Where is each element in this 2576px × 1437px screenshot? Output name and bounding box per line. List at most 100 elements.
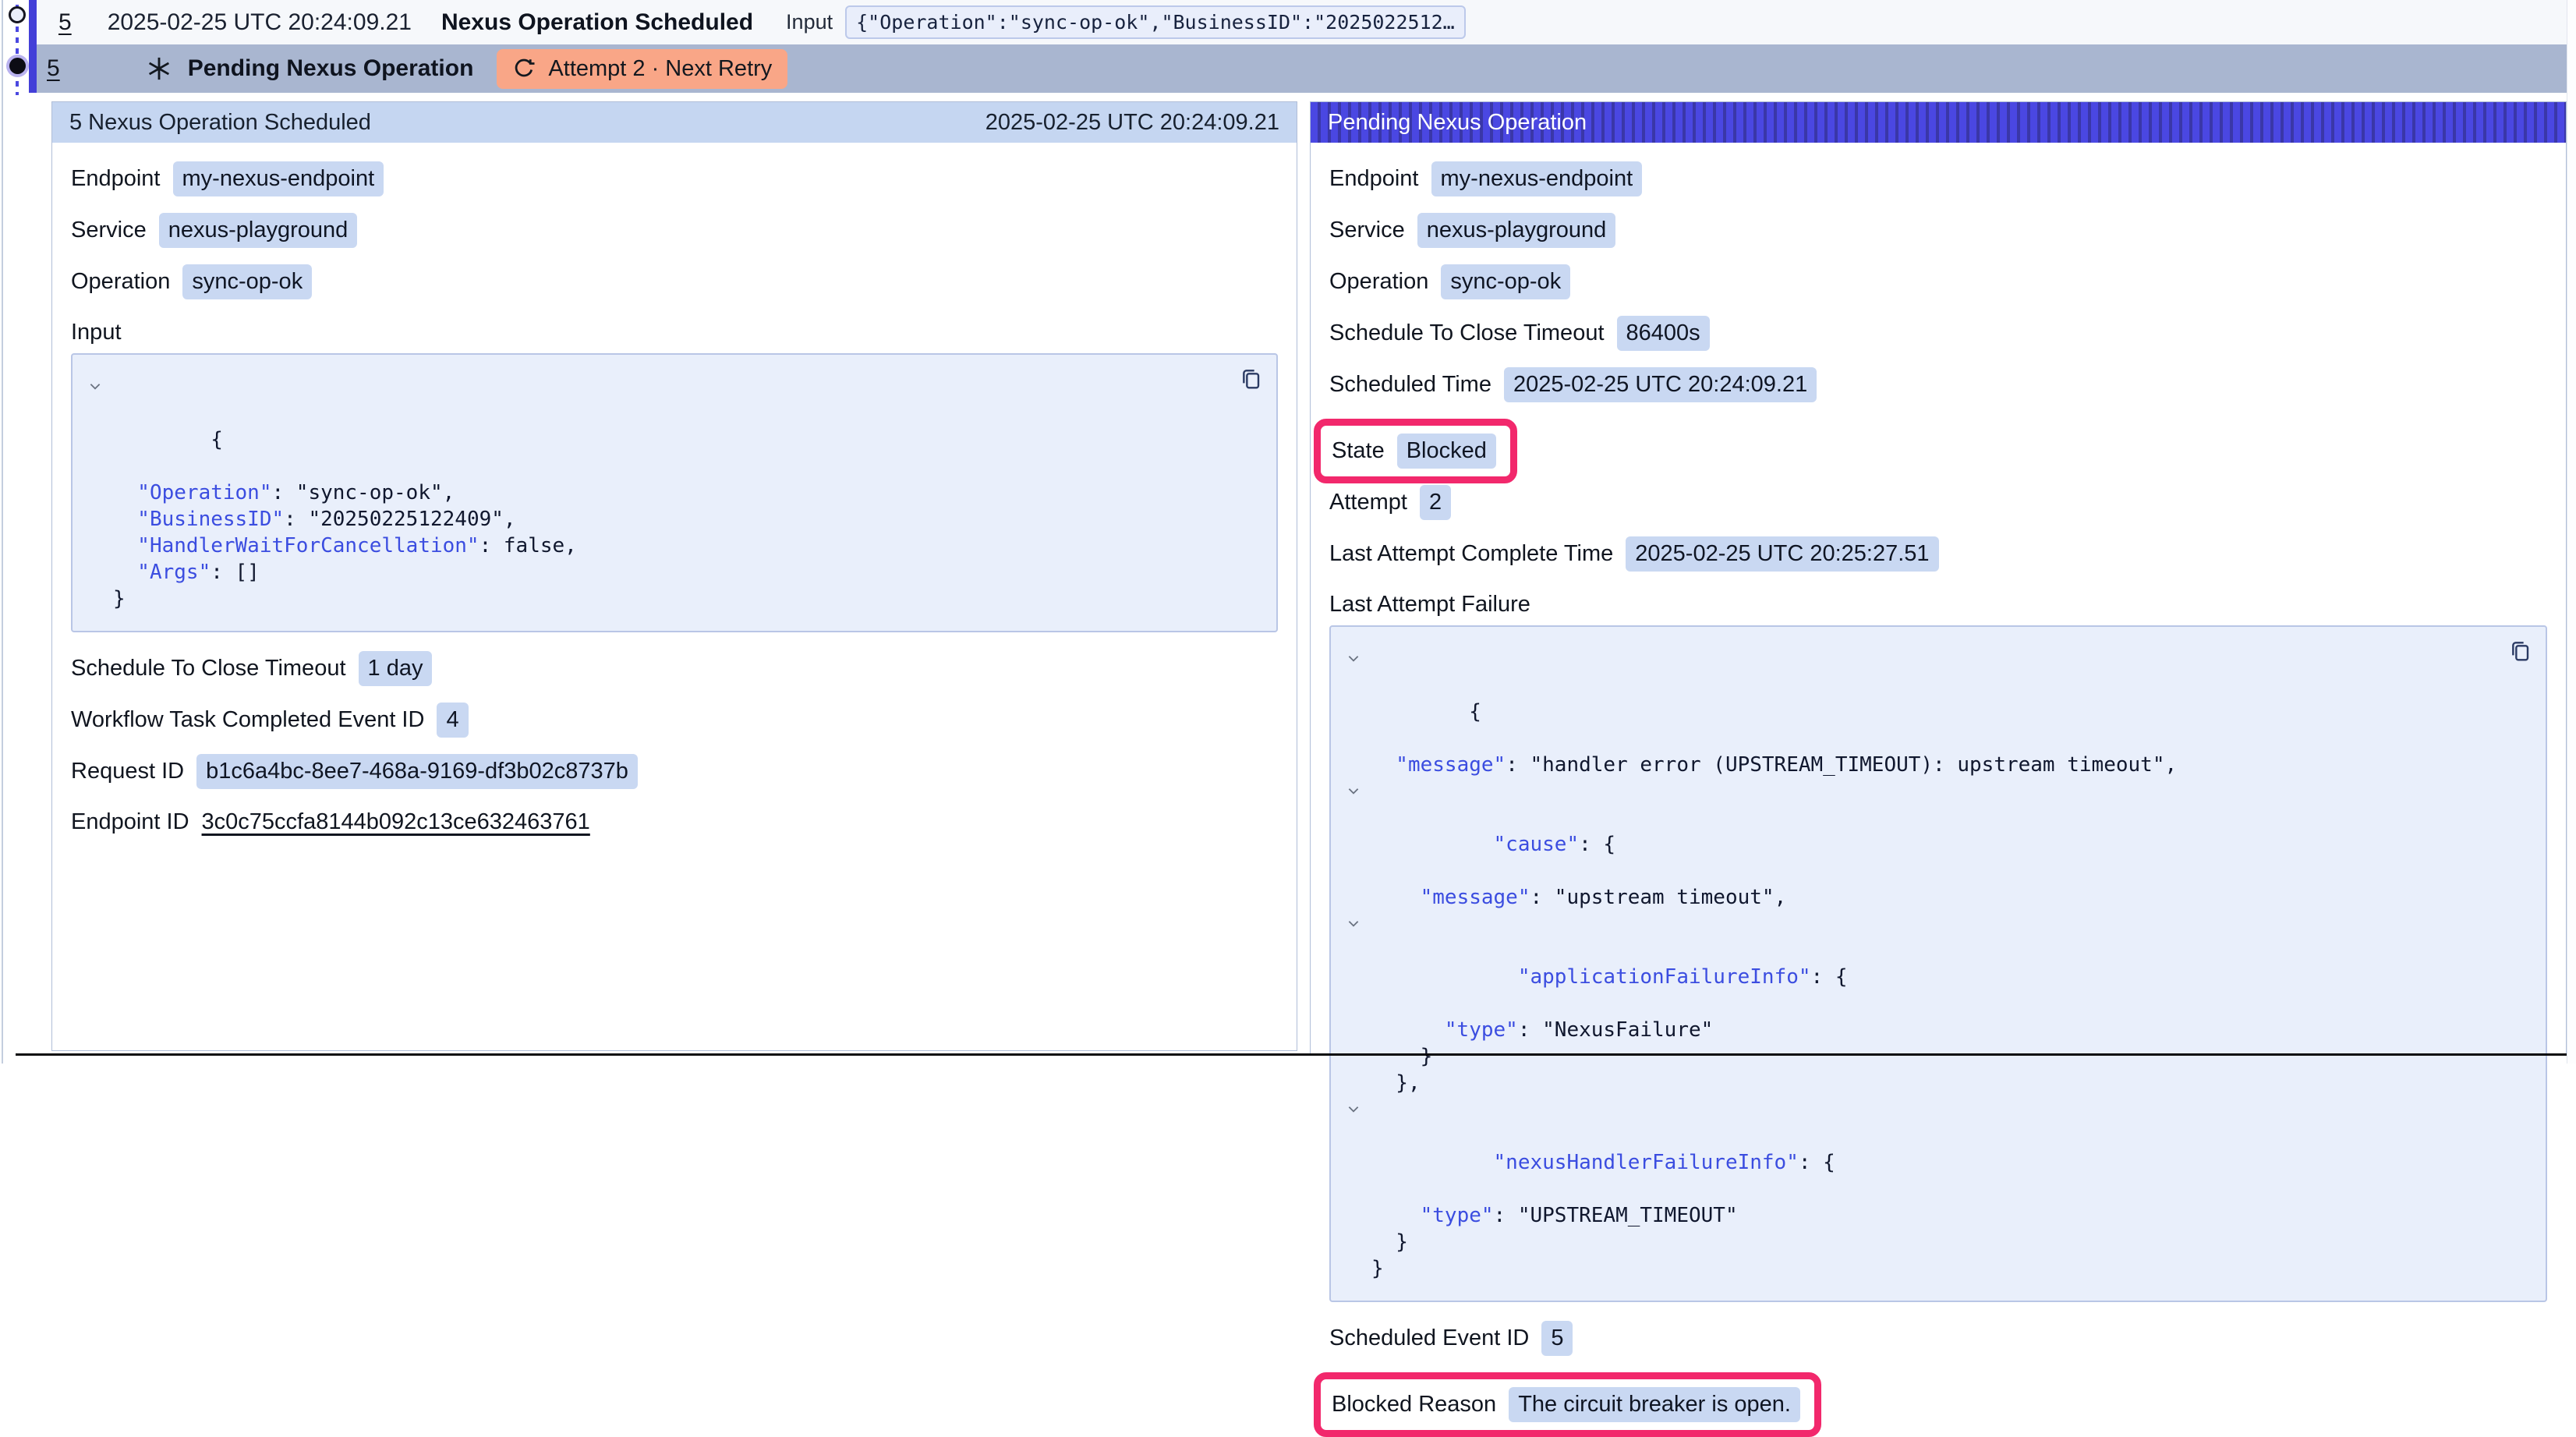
json-line: "message": "upstream timeout", bbox=[1340, 884, 2525, 911]
field-row-operation: Operation sync-op-ok bbox=[71, 264, 1278, 299]
field-label: Attempt bbox=[1329, 490, 1407, 515]
retry-icon bbox=[512, 57, 536, 80]
blocked-reason-value-badge: The circuit breaker is open. bbox=[1509, 1387, 1800, 1422]
pending-event-id-link[interactable]: 5 bbox=[47, 55, 60, 82]
json-line: "message": "handler error (UPSTREAM_TIME… bbox=[1340, 752, 2525, 778]
timeline-open-node-icon bbox=[9, 6, 26, 23]
field-row-blocked-reason: Blocked Reason The circuit breaker is op… bbox=[1329, 1372, 2547, 1437]
field-label: Operation bbox=[71, 269, 170, 295]
field-row-endpoint: Endpoint my-nexus-endpoint bbox=[71, 161, 1278, 196]
failure-json-viewer: { "message": "handler error (UPSTREAM_TI… bbox=[1329, 625, 2547, 1302]
field-label: Request ID bbox=[71, 759, 184, 784]
collapse-chevron-icon[interactable] bbox=[88, 379, 102, 393]
event-detail-title: 5 Nexus Operation Scheduled bbox=[69, 110, 371, 136]
field-row-scheduled-time: Scheduled Time 2025-02-25 UTC 20:24:09.2… bbox=[1329, 367, 2547, 402]
event-timestamp: 2025-02-25 UTC 20:24:09.21 bbox=[108, 9, 412, 36]
input-section-label-row: Input bbox=[71, 316, 1278, 349]
json-line: } bbox=[82, 586, 1256, 612]
event-id-link[interactable]: 5 bbox=[58, 9, 72, 36]
field-label: Endpoint ID bbox=[71, 809, 189, 835]
json-line: "Args": [] bbox=[82, 559, 1256, 586]
field-row-schedule-to-close-timeout: Schedule To Close Timeout 1 day bbox=[71, 651, 1278, 686]
json-line: "cause": { bbox=[1340, 778, 2525, 884]
field-row-state: State Blocked bbox=[1329, 419, 2547, 483]
json-line: } bbox=[1340, 1043, 2525, 1070]
field-row-request-id: Request ID b1c6a4bc-8ee7-468a-9169-df3b0… bbox=[71, 754, 1278, 789]
collapse-chevron-icon[interactable] bbox=[1346, 784, 1361, 798]
field-label: Service bbox=[71, 218, 147, 243]
blocked-reason-annotation-highlight: Blocked Reason The circuit breaker is op… bbox=[1314, 1372, 1821, 1437]
page-left-border bbox=[2, 0, 3, 1064]
event-input-label: Input bbox=[786, 10, 833, 34]
field-label: Scheduled Event ID bbox=[1329, 1326, 1529, 1351]
field-value: 2025-02-25 UTC 20:25:27.51 bbox=[1626, 536, 1938, 572]
collapse-chevron-icon[interactable] bbox=[1346, 1102, 1361, 1116]
json-line: { bbox=[82, 373, 1256, 480]
input-json-viewer: { "Operation": "sync-op-ok", "BusinessID… bbox=[71, 353, 1278, 632]
pending-operation-header: Pending Nexus Operation bbox=[1311, 102, 2566, 143]
pending-operation-row[interactable]: 5 Pending Nexus Operation Attempt 2 · Ne… bbox=[37, 44, 2567, 93]
field-value: 4 bbox=[437, 703, 468, 738]
attempt-retry-badge: Attempt 2 · Next Retry bbox=[497, 49, 787, 89]
field-label: Endpoint bbox=[1329, 166, 1419, 192]
expanded-row-bottom-border bbox=[16, 1053, 2567, 1056]
event-detail-panel: 5 Nexus Operation Scheduled 2025-02-25 U… bbox=[51, 101, 1297, 1051]
field-value: 2 bbox=[1420, 485, 1451, 520]
json-line: { bbox=[1340, 646, 2525, 752]
event-name: Nexus Operation Scheduled bbox=[441, 9, 753, 36]
json-line: "type": "NexusFailure" bbox=[1340, 1017, 2525, 1043]
field-label: Schedule To Close Timeout bbox=[1329, 320, 1605, 346]
field-row-endpoint: Endpoint my-nexus-endpoint bbox=[1329, 161, 2547, 196]
timeline-selected-node-icon bbox=[9, 58, 26, 74]
field-label: Last Attempt Complete Time bbox=[1329, 541, 1613, 567]
field-value: sync-op-ok bbox=[1441, 264, 1570, 299]
field-value: nexus-playground bbox=[159, 213, 358, 248]
pending-operation-name: Pending Nexus Operation bbox=[188, 55, 474, 82]
event-detail-timestamp: 2025-02-25 UTC 20:24:09.21 bbox=[985, 110, 1279, 136]
json-line: "type": "UPSTREAM_TIMEOUT" bbox=[1340, 1202, 2525, 1229]
field-label: Schedule To Close Timeout bbox=[71, 656, 346, 681]
json-line: } bbox=[1340, 1255, 2525, 1282]
json-line: "BusinessID": "20250225122409", bbox=[82, 506, 1256, 533]
endpoint-id-link[interactable]: 3c0c75ccfa8144b092c13ce632463761 bbox=[202, 809, 590, 835]
state-annotation-highlight: State Blocked bbox=[1314, 419, 1517, 483]
field-label: State bbox=[1332, 438, 1385, 464]
event-row-nexus-operation-scheduled[interactable]: 5 2025-02-25 UTC 20:24:09.21 Nexus Opera… bbox=[37, 0, 2567, 44]
state-value-badge: Blocked bbox=[1397, 434, 1496, 469]
field-row-service: Service nexus-playground bbox=[71, 213, 1278, 248]
failure-section-label-row: Last Attempt Failure bbox=[1329, 588, 2547, 621]
pending-operation-title: Pending Nexus Operation bbox=[1328, 110, 1587, 136]
field-value: 86400s bbox=[1617, 316, 1710, 351]
field-value: nexus-playground bbox=[1417, 213, 1616, 248]
json-line: }, bbox=[1340, 1070, 2525, 1096]
event-detail-header: 5 Nexus Operation Scheduled 2025-02-25 U… bbox=[52, 102, 1297, 143]
attempt-retry-text: Attempt 2 · Next Retry bbox=[548, 56, 772, 82]
field-row-last-attempt-complete-time: Last Attempt Complete Time 2025-02-25 UT… bbox=[1329, 536, 2547, 572]
field-value: b1c6a4bc-8ee7-468a-9169-df3b02c8737b bbox=[196, 754, 638, 789]
field-value: my-nexus-endpoint bbox=[1431, 161, 1643, 196]
field-row-attempt: Attempt 2 bbox=[1329, 485, 2547, 520]
field-row-scheduled-event-id: Scheduled Event ID 5 bbox=[1329, 1321, 2547, 1356]
field-value: 2025-02-25 UTC 20:24:09.21 bbox=[1504, 367, 1817, 402]
field-label: Operation bbox=[1329, 269, 1428, 295]
field-row-operation: Operation sync-op-ok bbox=[1329, 264, 2547, 299]
json-line: "applicationFailureInfo": { bbox=[1340, 911, 2525, 1017]
json-line: "Operation": "sync-op-ok", bbox=[82, 480, 1256, 506]
scrollbar-track bbox=[2567, 0, 2576, 1064]
event-input-preview: {"Operation":"sync-op-ok","BusinessID":"… bbox=[845, 5, 1466, 39]
json-line: } bbox=[1340, 1229, 2525, 1255]
collapse-chevron-icon[interactable] bbox=[1346, 916, 1361, 930]
field-label: Scheduled Time bbox=[1329, 372, 1491, 398]
field-row-endpoint-id: Endpoint ID 3c0c75ccfa8144b092c13ce63246… bbox=[71, 805, 1278, 838]
field-label: Workflow Task Completed Event ID bbox=[71, 707, 424, 733]
json-line: "HandlerWaitForCancellation": false, bbox=[82, 533, 1256, 559]
failure-section-label: Last Attempt Failure bbox=[1329, 592, 1530, 618]
field-row-service: Service nexus-playground bbox=[1329, 213, 2547, 248]
selected-event-accent-bar bbox=[29, 0, 37, 93]
collapse-chevron-icon[interactable] bbox=[1346, 651, 1361, 665]
field-value: sync-op-ok bbox=[182, 264, 312, 299]
field-row-workflow-task-completed-event-id: Workflow Task Completed Event ID 4 bbox=[71, 703, 1278, 738]
field-label: Blocked Reason bbox=[1332, 1392, 1496, 1418]
field-row-schedule-to-close-timeout: Schedule To Close Timeout 86400s bbox=[1329, 316, 2547, 351]
field-label: Endpoint bbox=[71, 166, 161, 192]
